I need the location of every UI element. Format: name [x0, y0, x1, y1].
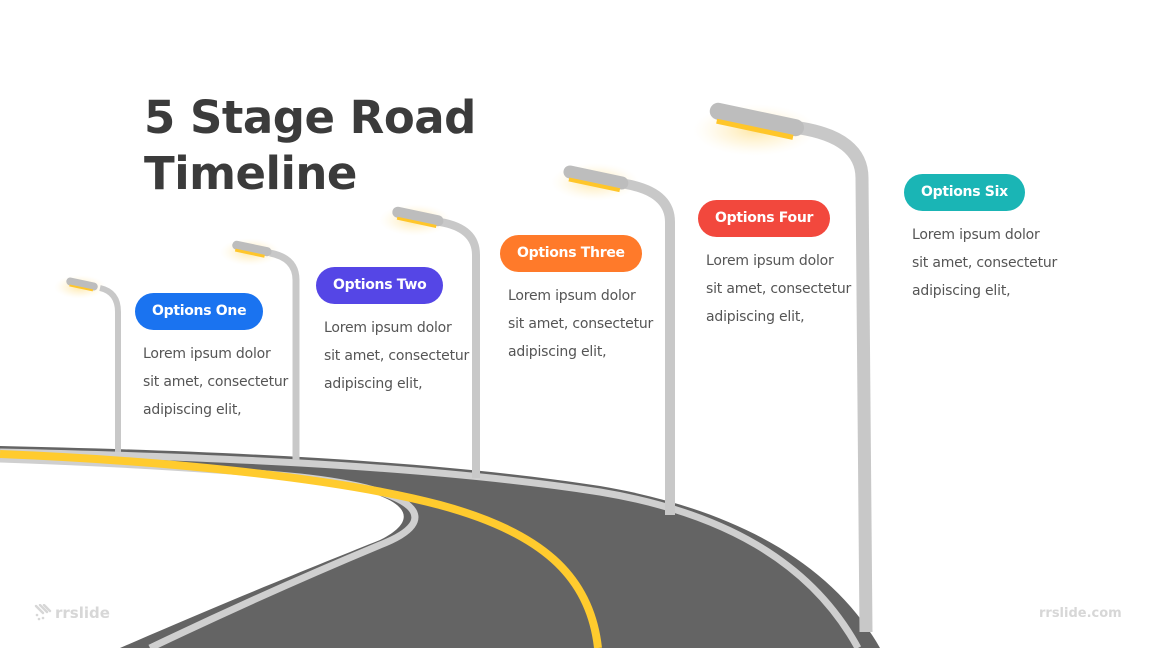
- stage-2: Options Two Lorem ipsum dolor sit amet, …: [316, 267, 469, 398]
- stage-2-label: Options Two: [316, 267, 444, 304]
- stage-4-label: Options Four: [698, 200, 831, 237]
- desc-line: sit amet, consectetur: [143, 374, 289, 390]
- title-line-2: Timeline: [144, 147, 357, 200]
- desc-line: Lorem ipsum dolor: [508, 288, 636, 304]
- stage-1-description: Lorem ipsum dolor sit amet, consectetur …: [143, 340, 288, 424]
- desc-line: sit amet, consectetur: [508, 316, 654, 332]
- stage-2-description: Lorem ipsum dolor sit amet, consectetur …: [324, 314, 469, 398]
- stage-5-label: Options Six: [904, 174, 1025, 211]
- slide-title: 5 Stage Road Timeline: [144, 90, 476, 202]
- desc-line: Lorem ipsum dolor: [143, 346, 271, 362]
- desc-line: Lorem ipsum dolor: [912, 227, 1040, 243]
- desc-line: sit amet, consectetur: [706, 281, 852, 297]
- desc-line: Lorem ipsum dolor: [706, 253, 834, 269]
- desc-line: Lorem ipsum dolor: [324, 320, 452, 336]
- desc-line: adipiscing elit,: [912, 283, 1011, 299]
- stage-3: Options Three Lorem ipsum dolor sit amet…: [500, 235, 653, 366]
- watermark-logo: rrslide: [34, 604, 110, 622]
- watermark-logo-text: rrslide: [55, 604, 110, 622]
- stage-4: Options Four Lorem ipsum dolor sit amet,…: [698, 200, 851, 331]
- slide: 5 Stage Road Timeline Options One Lorem …: [0, 0, 1152, 648]
- stage-5: Options Six Lorem ipsum dolor sit amet, …: [904, 174, 1057, 305]
- desc-line: sit amet, consectetur: [912, 255, 1058, 271]
- stage-1-label: Options One: [135, 293, 264, 330]
- stage-5-description: Lorem ipsum dolor sit amet, consectetur …: [912, 221, 1057, 305]
- desc-line: adipiscing elit,: [706, 309, 805, 325]
- rrslide-logo-icon: [34, 604, 52, 621]
- watermark-url: rrslide.com: [1039, 606, 1122, 621]
- title-line-1: 5 Stage Road: [144, 91, 476, 144]
- desc-line: adipiscing elit,: [324, 376, 423, 392]
- stage-1: Options One Lorem ipsum dolor sit amet, …: [135, 293, 288, 424]
- stage-4-description: Lorem ipsum dolor sit amet, consectetur …: [706, 247, 851, 331]
- desc-line: adipiscing elit,: [508, 344, 607, 360]
- street-lamp-1: [54, 275, 121, 452]
- stage-3-description: Lorem ipsum dolor sit amet, consectetur …: [508, 282, 653, 366]
- desc-line: adipiscing elit,: [143, 402, 242, 418]
- stage-3-label: Options Three: [500, 235, 642, 272]
- desc-line: sit amet, consectetur: [324, 348, 470, 364]
